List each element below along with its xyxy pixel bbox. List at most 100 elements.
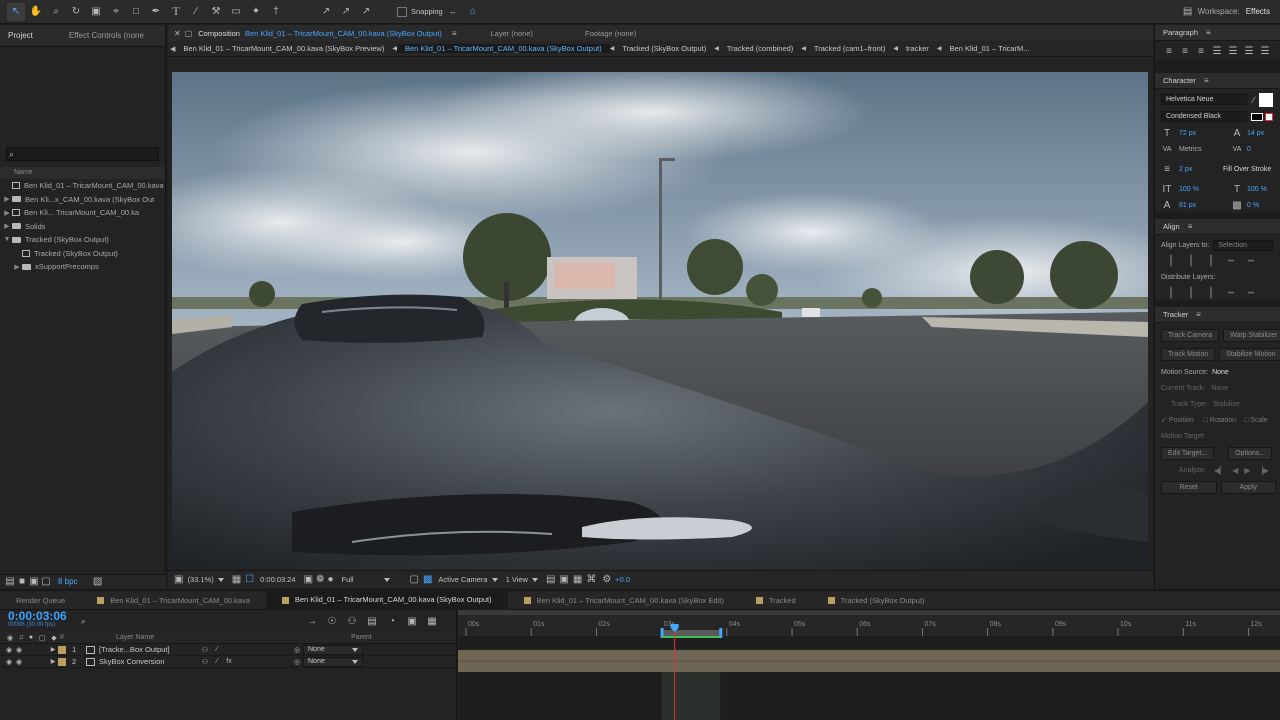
stabilize-motion-button[interactable]: Stabilize Motion (1219, 348, 1280, 361)
region-of-interest-icon[interactable]: ▢ (409, 574, 418, 585)
distribute-top-icon[interactable]: ┃ (1161, 288, 1181, 299)
vertical-scale-value[interactable]: 100 % (1179, 186, 1231, 193)
align-panel-header[interactable]: Align ≡ (1155, 219, 1280, 235)
trash-icon[interactable]: ▧ (92, 576, 104, 587)
audio-icon[interactable]: ◉ (14, 658, 24, 666)
timeline-graph[interactable]: 00s 01s 02s 03s 04s 05s 06s 07s 08s 09s 10s 11s 12s (458, 610, 1280, 720)
tab-layer[interactable]: Layer (none) (490, 29, 533, 38)
exposure-value[interactable]: +0.0 (615, 575, 630, 584)
selection-tool-icon[interactable]: ↖ (7, 2, 25, 21)
magnification-dropdown[interactable]: (33.1%) (187, 575, 224, 584)
new-comp-icon[interactable]: ▣ (28, 576, 40, 587)
hand-tool-icon[interactable]: ✋ (27, 3, 45, 21)
warp-stabilizer-button[interactable]: Warp Stabilizer (1223, 329, 1280, 342)
label-color-swatch[interactable] (58, 657, 66, 666)
parent-header[interactable]: Parent (351, 634, 372, 641)
frame-blending-icon[interactable]: ▤ (362, 616, 382, 627)
search-icon[interactable]: ⌕ (81, 616, 86, 627)
shy-switch-icon[interactable]: ⚇ (199, 658, 211, 666)
timeline-tab[interactable]: Render Queue (0, 596, 81, 605)
distribute-hcenter-icon[interactable]: ━ (1241, 288, 1261, 299)
eraser-tool-icon[interactable]: ▭ (227, 3, 245, 21)
character-panel-header[interactable]: Character ≡ (1155, 73, 1280, 89)
motion-blur-icon[interactable]: ◔ (382, 616, 402, 627)
track-motion-button[interactable]: Track Motion (1161, 348, 1216, 361)
pen-tool-icon[interactable]: ✒ (147, 3, 165, 21)
align-left-icon[interactable]: ≡ (1161, 46, 1177, 57)
resolution-dropdown[interactable]: Full (341, 575, 401, 584)
stroke-mode-dropdown[interactable]: Fill Over Stroke (1223, 166, 1271, 173)
snapping-magnet-icon[interactable]: ⌂ (464, 3, 482, 21)
project-item[interactable]: Tracked (SkyBox Output) (0, 247, 165, 261)
distribute-bottom-icon[interactable]: ┃ (1201, 288, 1221, 299)
snapping-options-icon[interactable]: ↔ (444, 3, 462, 21)
tsume-value[interactable]: 0 % (1247, 202, 1259, 209)
justify-all-icon[interactable]: ☰ (1257, 46, 1273, 57)
parent-dropdown[interactable]: None (303, 656, 363, 667)
tab-effect-controls[interactable]: Effect Controls (none (61, 31, 152, 40)
project-item[interactable]: ▶ Ben Kli... TricarMount_CAM_00.ka (0, 206, 165, 220)
close-icon[interactable]: ✕ (174, 29, 181, 38)
composition-frame[interactable] (172, 72, 1148, 578)
fast-previews-icon[interactable]: ▣ (559, 574, 568, 585)
type-tool-icon[interactable]: T (167, 3, 185, 21)
clone-stamp-tool-icon[interactable]: ⚒ (207, 3, 225, 21)
shy-switch-icon[interactable]: ⚇ (199, 646, 211, 654)
eye-icon[interactable]: ◉ (4, 646, 14, 654)
safe-zones-icon[interactable]: ▦ (232, 574, 241, 585)
transparency-grid-icon[interactable]: ▩ (423, 574, 432, 585)
comp-nav-tracked-combined[interactable]: Tracked (combined) (719, 44, 801, 53)
layer-row[interactable]: ◉ ◉ ▶ 2 SkyBox Conversion ⚇ ∕ fx ◎ None (0, 656, 456, 668)
tab-composition[interactable]: Composition Ben Klid_01 – TricarMount_CA… (198, 29, 442, 38)
quality-switch-icon[interactable]: ∕ (211, 646, 223, 653)
comp-tab-menu-icon[interactable]: ≡ (452, 29, 457, 38)
stroke-color-swatch[interactable] (1251, 112, 1263, 121)
align-right-edges-icon[interactable]: ┃ (1201, 256, 1221, 267)
current-time-display[interactable]: 0:00:03:24 (260, 575, 295, 584)
comp-nav-skybox-preview[interactable]: Ben Klid_01 – TricarMount_CAM_00.kava (S… (175, 44, 392, 53)
pickwhip-icon[interactable]: ◎ (291, 658, 303, 666)
shy-layers-icon[interactable]: ⚇ (342, 616, 362, 627)
eyedropper-icon[interactable]: ∕ (1253, 95, 1255, 105)
layer-row[interactable]: ◉ ◉ ▶ 1 [Tracke...Box Output] ⚇ ∕ ◎ None (0, 644, 456, 656)
comp-mini-flowchart-icon[interactable]: → (302, 616, 322, 627)
view-layout-dropdown[interactable]: 1 View (506, 575, 538, 584)
distribute-left-icon[interactable]: ━ (1221, 288, 1241, 299)
baseline-shift-value[interactable]: 81 px (1179, 202, 1231, 209)
justify-left-icon[interactable]: ☰ (1209, 46, 1225, 57)
snapshot-icon[interactable]: ▣ (304, 574, 313, 585)
project-item[interactable]: ▶ Ben Kli...x_CAM_00.kava (SkyBox Out (0, 193, 165, 207)
analyze-forward-frame-icon[interactable]: ▕▶ (1256, 466, 1268, 475)
audio-icon[interactable]: ◉ (14, 646, 24, 654)
interpret-footage-icon[interactable]: ▤ (4, 576, 16, 587)
toggle-pixel-aspect-icon[interactable]: ▤ (546, 574, 555, 585)
panel-menu-icon[interactable]: ≡ (1204, 73, 1209, 89)
view-axis-icon[interactable]: ↗ (357, 3, 375, 21)
tab-footage[interactable]: Footage (none) (585, 29, 636, 38)
tracker-panel-header[interactable]: Tracker ≡ (1155, 307, 1280, 323)
align-top-edges-icon[interactable]: ━ (1221, 256, 1241, 267)
kerning-value[interactable]: Metrics (1179, 146, 1231, 153)
align-right-icon[interactable]: ≡ (1193, 46, 1209, 57)
project-search-input[interactable]: ⌕ (6, 147, 159, 161)
tab-project[interactable]: Project (0, 31, 41, 40)
current-track-dropdown[interactable]: None (1211, 385, 1228, 392)
analyze-forward-icon[interactable]: ▶ (1244, 466, 1250, 475)
color-channel-icon[interactable]: ● (327, 574, 333, 585)
timeline-tab[interactable]: Ben Klid_01 – TricarMount_CAM_00.kava (S… (265, 590, 508, 610)
quality-switch-icon[interactable]: ∕ (211, 658, 223, 665)
flowchart-icon[interactable]: ⌘ (586, 574, 596, 585)
no-color-swatch[interactable] (1265, 112, 1273, 121)
snapping-checkbox-icon[interactable] (397, 6, 407, 17)
eye-icon[interactable]: ◉ (4, 658, 14, 666)
comp-nav-tracked-cam1[interactable]: Tracked (cam1–front) (806, 44, 893, 53)
scale-checkbox[interactable]: □ Scale (1244, 417, 1268, 424)
twirl-arrow-icon[interactable]: ▶ (12, 263, 22, 271)
brush-tool-icon[interactable]: ∕ (187, 3, 205, 21)
3d-view-dropdown[interactable]: Active Camera (438, 575, 498, 584)
stroke-width-value[interactable]: 2 px (1179, 166, 1223, 173)
align-vertical-centers-icon[interactable]: ━ (1241, 256, 1261, 267)
puppet-pin-tool-icon[interactable]: † (267, 3, 285, 21)
twirl-arrow-icon[interactable]: ▶ (48, 658, 58, 665)
comp-nav-tracker[interactable]: tracker (898, 44, 937, 53)
